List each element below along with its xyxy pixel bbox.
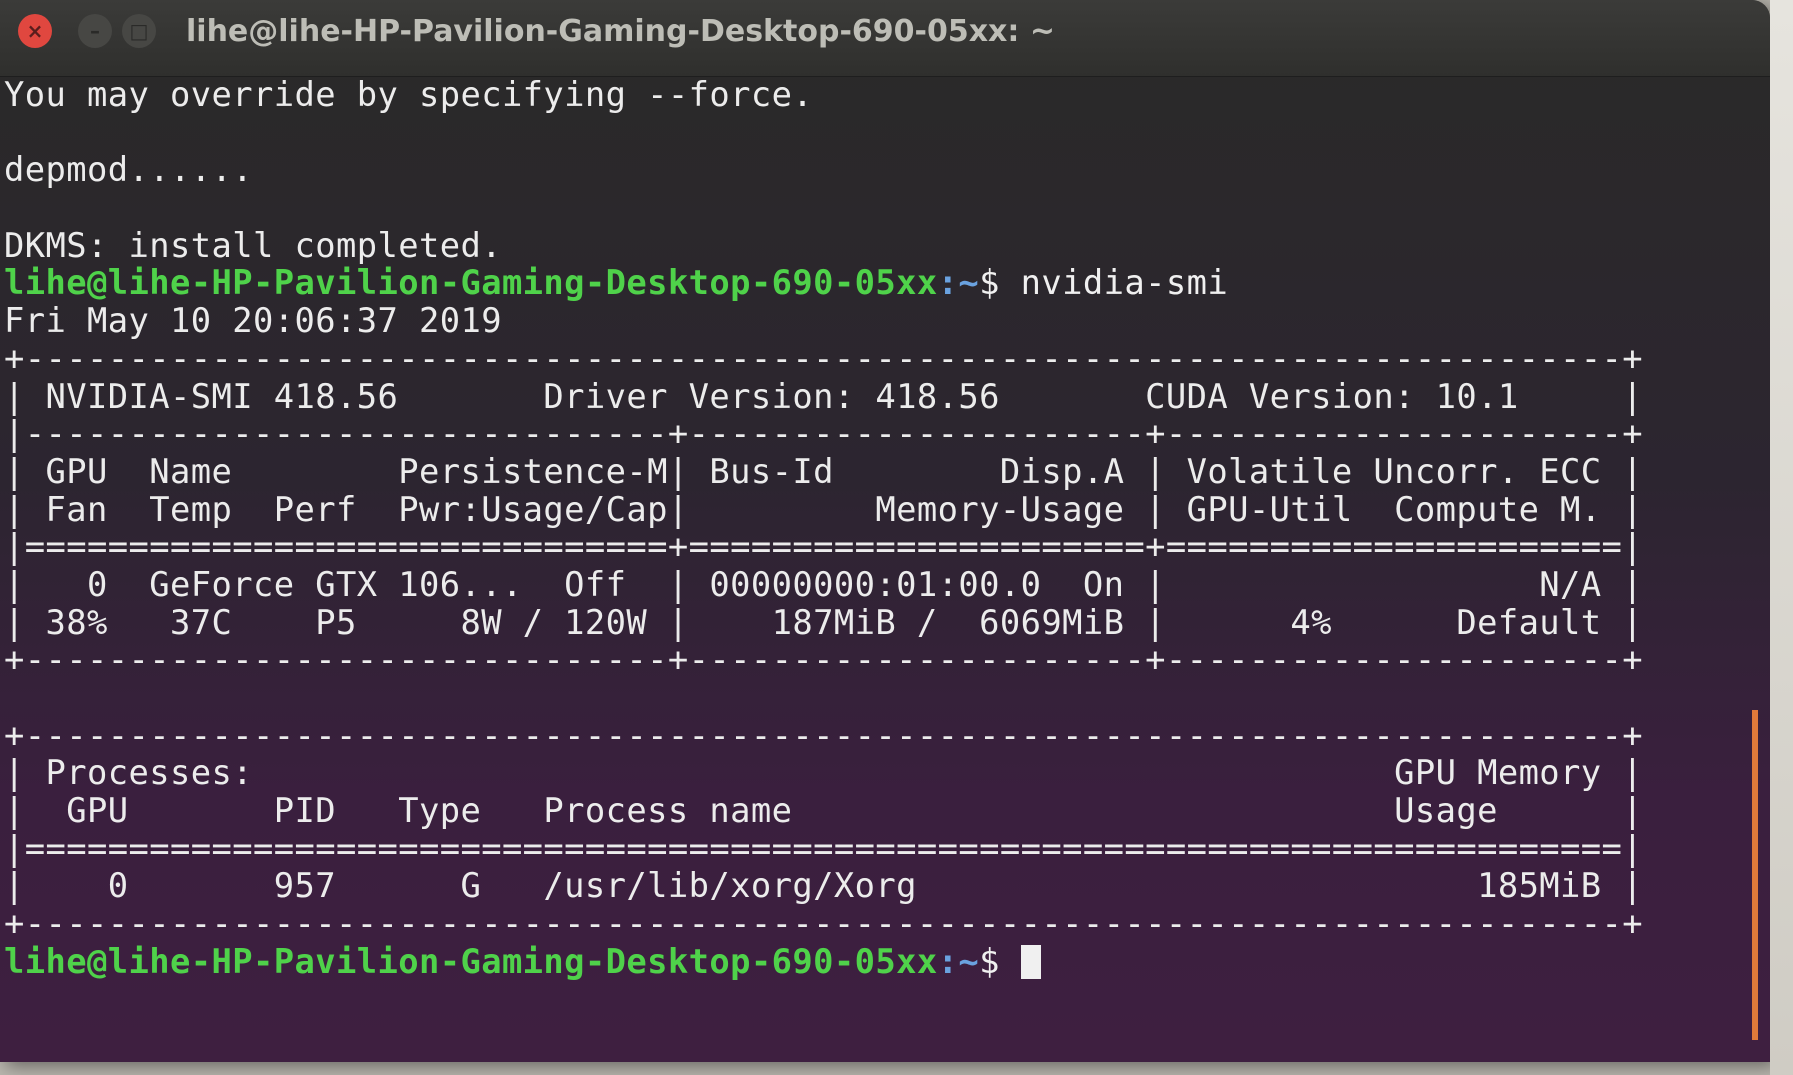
prompt-separator: : — [937, 941, 959, 981]
command-text: nvidia-smi — [1020, 263, 1229, 303]
smi-line: | GPU Name Persistence-M| Bus-Id Disp.A … — [4, 451, 1644, 491]
smi-line — [4, 679, 1740, 717]
prompt-user: lihe@lihe-HP-Pavilion-Gaming-Desktop-690… — [4, 263, 938, 303]
smi-line: | 0 GeForce GTX 106... Off | 00000000:01… — [4, 564, 1644, 604]
terminal-window: × – □ lihe@lihe-HP-Pavilion-Gaming-Deskt… — [0, 0, 1770, 1062]
close-icon[interactable]: × — [18, 14, 52, 48]
prompt-path: ~ — [958, 263, 980, 303]
prompt-path: ~ — [958, 941, 980, 981]
smi-line: | 38% 37C P5 8W / 120W | 187MiB / 6069Mi… — [4, 602, 1644, 642]
smi-line: | GPU PID Type Process name Usage | — [4, 791, 1644, 831]
smi-line: +-------------------------------+-------… — [4, 640, 1644, 680]
smi-line: +---------------------------------------… — [4, 715, 1644, 755]
active-prompt-line[interactable]: lihe@lihe-HP-Pavilion-Gaming-Desktop-690… — [4, 941, 1740, 981]
prompt-symbol: $ — [979, 941, 1021, 981]
prompt-symbol: $ — [979, 263, 1021, 303]
background-desktop-edge — [1770, 0, 1793, 1075]
background-accent-bar — [1752, 710, 1758, 1040]
output-line: DKMS: install completed. — [4, 225, 502, 265]
window-title: lihe@lihe-HP-Pavilion-Gaming-Desktop-690… — [186, 14, 1055, 49]
smi-line: |===============================+=======… — [4, 527, 1644, 567]
output-line: You may override by specifying --force. — [4, 75, 814, 114]
prompt-separator: : — [937, 263, 959, 303]
smi-line: | NVIDIA-SMI 418.56 Driver Version: 418.… — [4, 376, 1644, 416]
smi-line: +---------------------------------------… — [4, 338, 1644, 378]
output-line: depmod...... — [4, 150, 253, 190]
title-bar[interactable]: × – □ lihe@lihe-HP-Pavilion-Gaming-Deskt… — [0, 0, 1770, 77]
smi-line: | 0 957 G /usr/lib/xorg/Xorg 185MiB | — [4, 866, 1644, 906]
prompt-user: lihe@lihe-HP-Pavilion-Gaming-Desktop-690… — [4, 941, 938, 981]
command-line: lihe@lihe-HP-Pavilion-Gaming-Desktop-690… — [4, 264, 1740, 302]
smi-line: | Fan Temp Perf Pwr:Usage/Cap| Memory-Us… — [4, 489, 1644, 529]
smi-line: +---------------------------------------… — [4, 904, 1644, 944]
smi-line: | Processes: GPU Memory | — [4, 753, 1644, 793]
smi-line: Fri May 10 20:06:37 2019 — [4, 301, 502, 341]
smi-line: |=======================================… — [4, 828, 1644, 868]
minimize-icon[interactable]: – — [78, 14, 112, 48]
terminal-output[interactable]: You may override by specifying --force. … — [4, 76, 1740, 1062]
maximize-icon[interactable]: □ — [122, 14, 156, 48]
smi-line: |-------------------------------+-------… — [4, 414, 1644, 454]
text-cursor[interactable] — [1020, 944, 1041, 979]
